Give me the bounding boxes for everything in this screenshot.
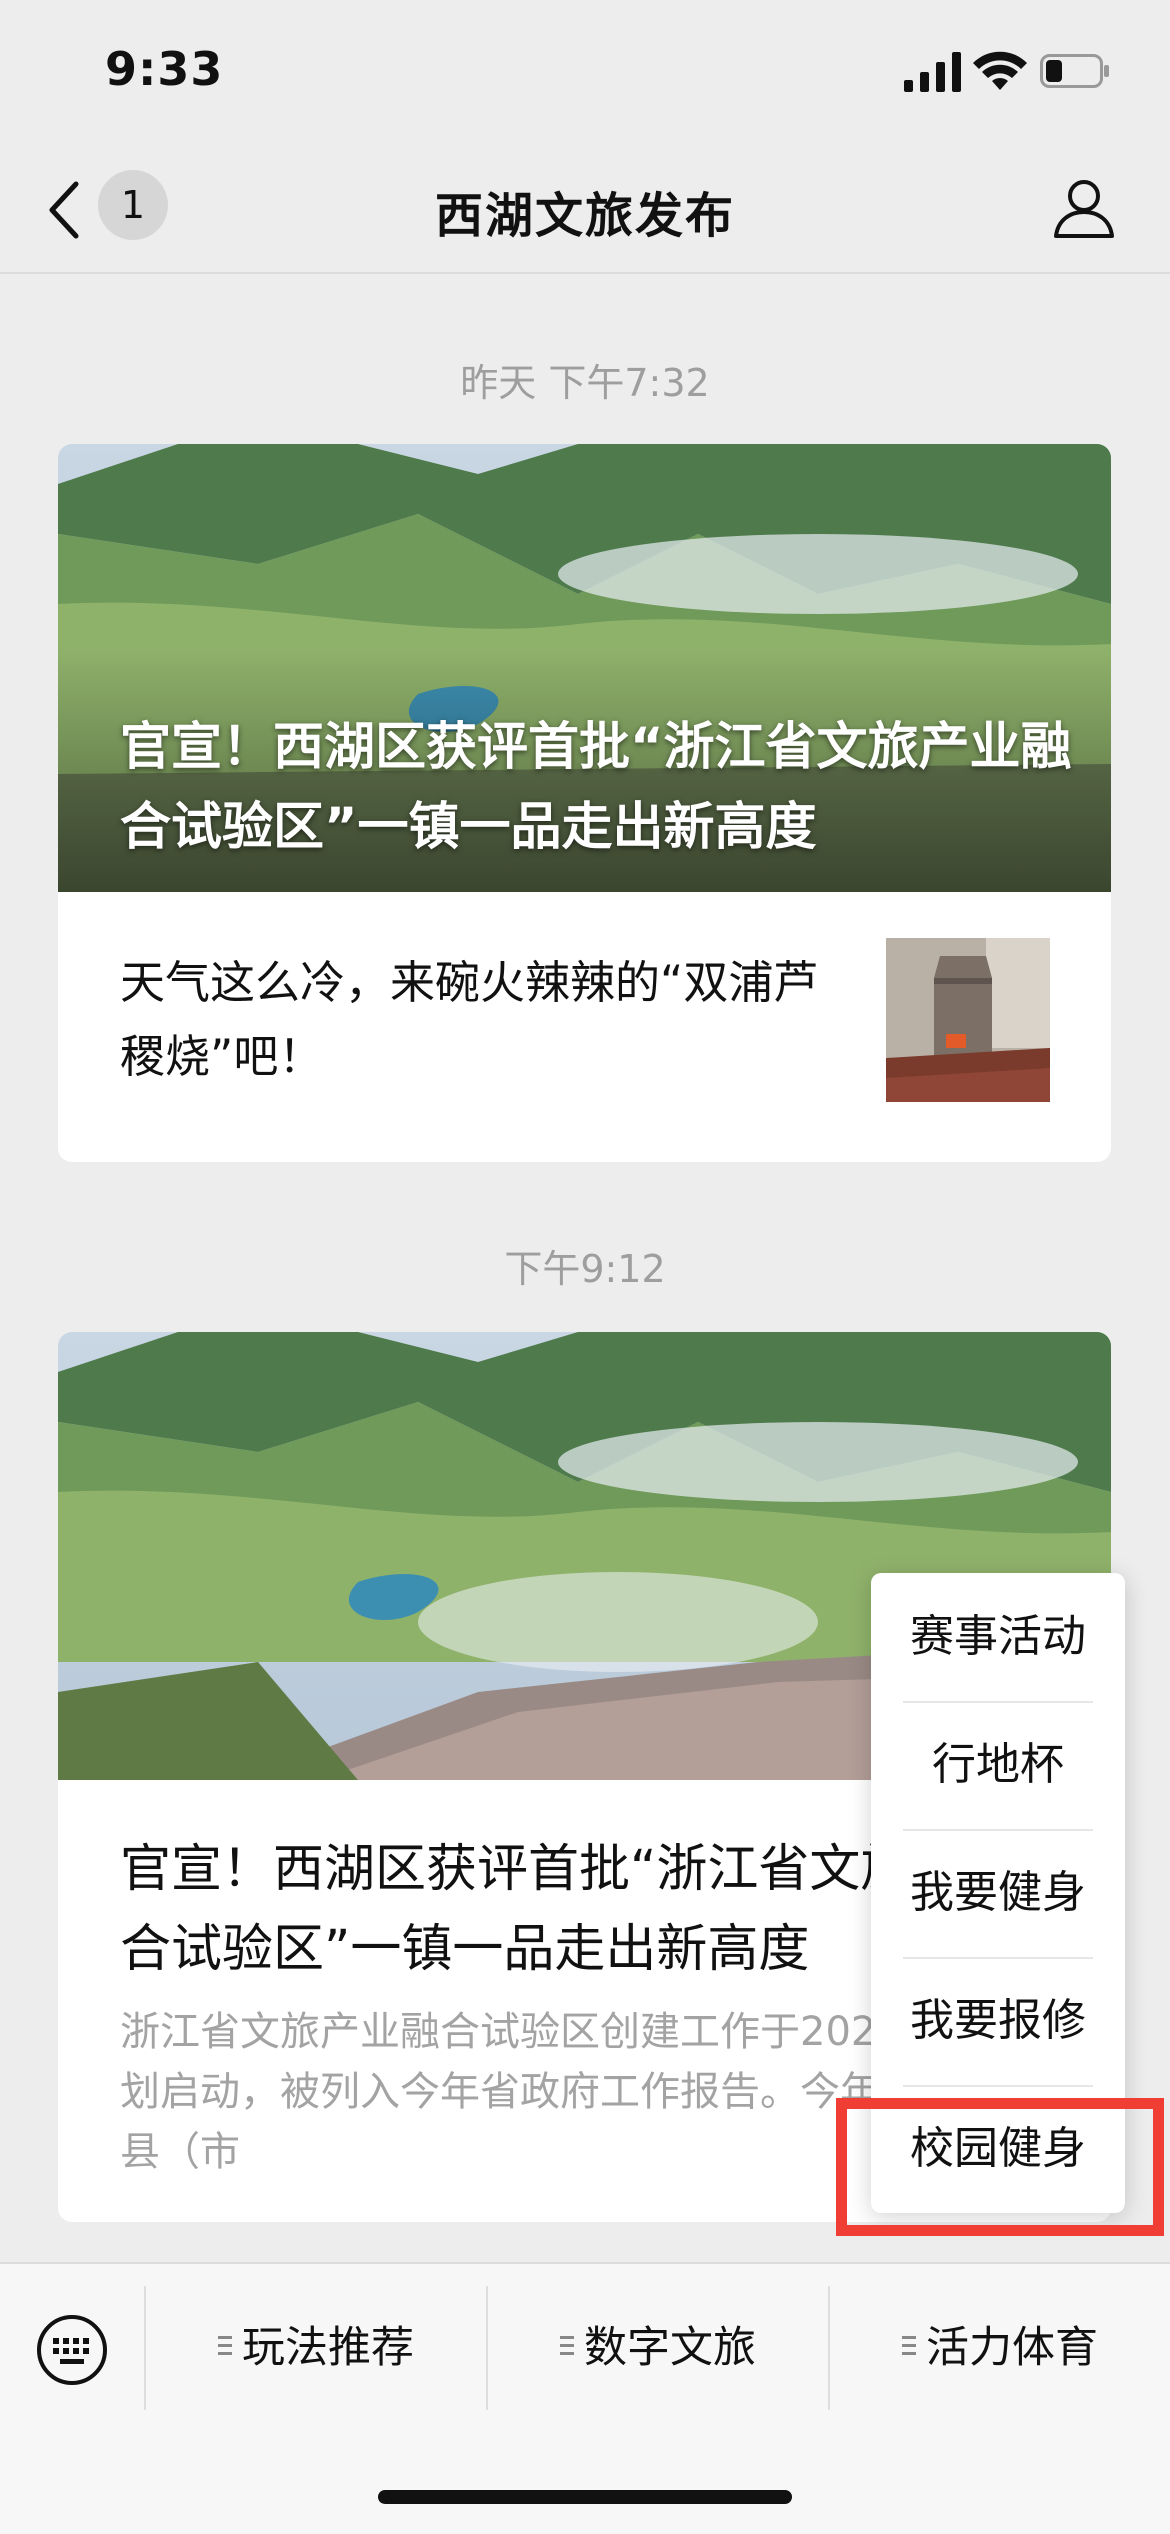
battery-icon [1040, 54, 1109, 88]
nav-bar: 1 西湖文旅发布 [0, 150, 1170, 274]
article-card[interactable]: 官宣！西湖区获评首批“浙江省文旅产业融合试验区”一镇一品走出新高度 天气这么冷，… [58, 444, 1111, 1162]
message-timestamp: 下午9:12 [504, 1247, 666, 1291]
cellular-signal-icon [904, 52, 961, 92]
bottom-menu-label: 活力体育 [926, 2323, 1098, 2373]
bottom-menu-play[interactable]: 玩法推荐 [146, 2286, 486, 2410]
status-time: 9:33 [105, 42, 224, 96]
submenu-item-workout[interactable]: 我要健身 [871, 1829, 1125, 1957]
submenu-item-events[interactable]: 赛事活动 [871, 1573, 1125, 1701]
message-timestamp: 昨天 下午7:32 [460, 361, 710, 405]
profile-icon[interactable] [1052, 176, 1116, 240]
submenu-list-icon [902, 2335, 916, 2358]
keyboard-icon[interactable] [36, 2314, 108, 2386]
home-indicator[interactable] [378, 2490, 792, 2504]
bottom-menu-label: 数字文旅 [584, 2323, 756, 2373]
status-bar: 9:33 [0, 0, 1170, 150]
sub-article-thumbnail[interactable] [886, 938, 1050, 1102]
submenu-list-icon [218, 2335, 232, 2358]
bottom-menu-sports[interactable]: 活力体育 [830, 2286, 1170, 2410]
wifi-icon [973, 51, 1027, 90]
page-title: 西湖文旅发布 [434, 188, 735, 244]
submenu-item-xingdi-cup[interactable]: 行地杯 [871, 1701, 1125, 1829]
highlight-box [836, 2098, 1164, 2236]
submenu-list-icon [560, 2335, 574, 2358]
bottom-menu-digital-tourism[interactable]: 数字文旅 [488, 2286, 828, 2410]
cover-article-title[interactable]: 官宣！西湖区获评首批“浙江省文旅产业融合试验区”一镇一品走出新高度 [120, 708, 1080, 868]
sub-article-title[interactable]: 天气这么冷，来碗火辣辣的“双浦芦稷烧”吧！ [120, 946, 840, 1094]
bottom-menu-label: 玩法推荐 [242, 2323, 414, 2373]
submenu-item-repair[interactable]: 我要报修 [871, 1957, 1125, 2085]
cover-image[interactable]: 官宣！西湖区获评首批“浙江省文旅产业融合试验区”一镇一品走出新高度 [58, 444, 1111, 892]
